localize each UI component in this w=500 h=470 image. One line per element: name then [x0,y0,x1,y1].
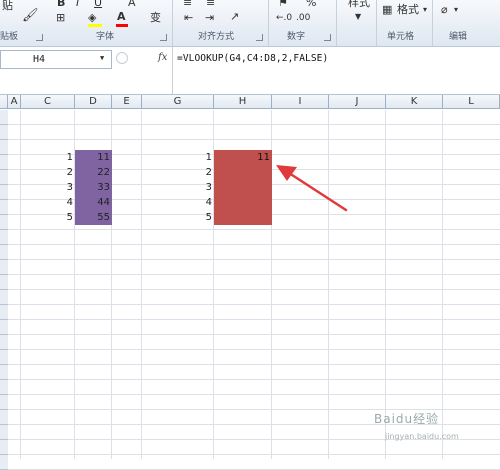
watermark-url: jingyan.baidu.com [385,432,459,441]
annotation-arrow [276,165,348,212]
watermark-logo: Baidu经验 [374,412,440,426]
